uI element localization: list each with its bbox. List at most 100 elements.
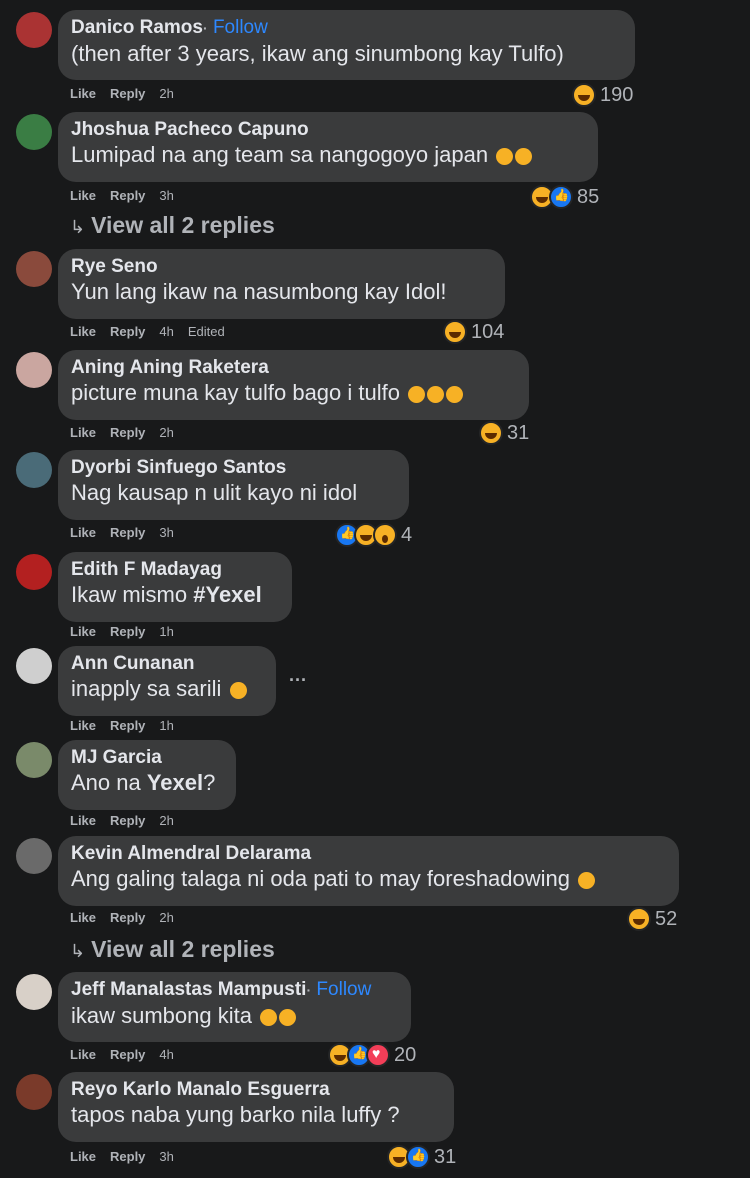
like-button[interactable]: Like [70,718,96,733]
reply-button[interactable]: Reply [110,525,145,540]
view-replies-link[interactable]: ↳ View all 2 replies [70,212,275,239]
like-button[interactable]: Like [70,1047,96,1062]
comment-text: Lumipad na ang team sa nangogoyo japan [71,142,489,167]
author-name[interactable]: Edith F Madayag [71,558,279,581]
reply-button[interactable]: Reply [110,188,145,203]
comment-text: picture muna kay tulfo bago i tulfo [71,380,400,405]
author-name[interactable]: Dyorbi Sinfuego Santos [71,456,396,479]
reply-button[interactable]: Reply [110,718,145,733]
avatar[interactable] [16,1074,52,1110]
comment-bubble: Jeff Manalastas Mampusti· Follow ikaw su… [58,972,411,1042]
avatar[interactable] [16,974,52,1010]
avatar[interactable] [16,12,52,48]
edited-label[interactable]: Edited [188,324,225,339]
timestamp[interactable]: 4h [159,324,173,339]
reaction-count: 31 [507,421,530,444]
avatar[interactable] [16,114,52,150]
author-name[interactable]: MJ Garcia [71,746,223,769]
reply-button[interactable]: Reply [110,1149,145,1164]
like-button[interactable]: Like [70,86,96,101]
reply-button[interactable]: Reply [110,425,145,440]
avatar[interactable] [16,838,52,874]
comment-text: (then after 3 years, ikaw ang sinumbong … [71,41,564,66]
author-name[interactable]: Aning Aning Raketera [71,356,516,379]
reply-button[interactable]: Reply [110,910,145,925]
like-button[interactable]: Like [70,188,96,203]
comment-text: tapos naba yung barko nila luffy ? [71,1102,400,1127]
like-button[interactable]: Like [70,813,96,828]
timestamp[interactable]: 3h [159,1149,173,1164]
comment-bubble: Dyorbi Sinfuego Santos Nag kausap n ulit… [58,450,409,520]
reactions[interactable]: 31 [387,1145,456,1169]
avatar[interactable] [16,648,52,684]
reply-button[interactable]: Reply [110,1047,145,1062]
author-name[interactable]: Jhoshua Pacheco Capuno [71,118,585,141]
author-name[interactable]: Ann Cunanan [71,652,263,675]
like-button[interactable]: Like [70,1149,96,1164]
mention-link[interactable]: Yexel [147,770,203,795]
reactions[interactable]: 85 [530,185,599,209]
separator: · [202,20,208,36]
avatar[interactable] [16,554,52,590]
reactions[interactable]: 31 [479,421,529,445]
reaction-count: 104 [471,320,505,343]
reactions[interactable]: 4 [335,523,412,547]
follow-button[interactable]: Follow [213,17,268,38]
view-replies-link[interactable]: ↳ View all 2 replies [70,936,275,963]
comment-text: Yun lang ikaw na nasumbong kay Idol! [71,279,447,304]
reply-button[interactable]: Reply [110,624,145,639]
reactions[interactable]: 20 [328,1043,416,1067]
follow-button[interactable]: Follow [316,979,371,1000]
like-button[interactable]: Like [70,910,96,925]
timestamp[interactable]: 4h [159,1047,173,1062]
reaction-count: 85 [577,185,600,208]
timestamp[interactable]: 3h [159,188,173,203]
more-options-icon[interactable]: ··· [289,670,307,691]
laugh-emoji-icon [496,147,514,165]
avatar[interactable] [16,352,52,388]
love-icon [366,1043,390,1067]
haha-icon [443,320,467,344]
reply-button[interactable]: Reply [110,86,145,101]
author-name[interactable]: Kevin Almendral Delarama [71,842,666,865]
timestamp[interactable]: 1h [159,718,173,733]
reactions[interactable]: 52 [627,907,677,931]
avatar[interactable] [16,452,52,488]
reactions[interactable]: 104 [443,320,504,344]
comment-bubble: Edith F Madayag Ikaw mismo #Yexel [58,552,292,622]
author-name[interactable]: Rye Seno [71,255,492,278]
laugh-emoji-icon [260,1008,278,1026]
avatar[interactable] [16,251,52,287]
timestamp[interactable]: 2h [159,425,173,440]
reaction-count: 31 [434,1145,457,1168]
timestamp[interactable]: 2h [159,910,173,925]
comment-text: ikaw sumbong kita [71,1003,252,1028]
reactions[interactable]: 190 [572,83,633,107]
haha-icon [572,83,596,107]
author-name[interactable]: Danico Ramos [71,17,203,38]
like-button[interactable]: Like [70,624,96,639]
like-button[interactable]: Like [70,425,96,440]
like-button[interactable]: Like [70,324,96,339]
author-name[interactable]: Jeff Manalastas Mampusti [71,979,306,1000]
timestamp[interactable]: 2h [159,86,173,101]
timestamp[interactable]: 2h [159,813,173,828]
haha-icon [627,907,651,931]
author-name[interactable]: Reyo Karlo Manalo Esguerra [71,1078,441,1101]
comment-bubble: Ann Cunanan inapply sa sarili [58,646,276,716]
like-button[interactable]: Like [70,525,96,540]
hashtag-link[interactable]: #Yexel [193,582,262,607]
laugh-emoji-icon [427,385,445,403]
reply-button[interactable]: Reply [110,324,145,339]
comment-text: Ikaw mismo [71,582,194,607]
like-icon [406,1145,430,1169]
laugh-emoji-icon [229,681,247,699]
timestamp[interactable]: 1h [159,624,173,639]
separator: · [306,982,312,998]
timestamp[interactable]: 3h [159,525,173,540]
reaction-count: 52 [655,907,678,930]
reply-button[interactable]: Reply [110,813,145,828]
avatar[interactable] [16,742,52,778]
comment-bubble: Rye Seno Yun lang ikaw na nasumbong kay … [58,249,505,319]
reply-arrow-icon: ↳ [70,217,86,237]
